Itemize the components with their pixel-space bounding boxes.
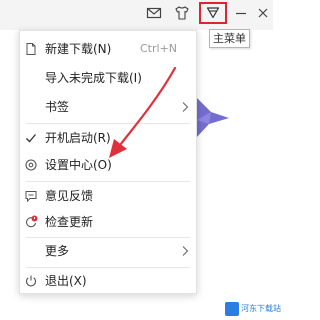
tshirt-icon[interactable]	[173, 4, 191, 22]
menu-item-import-unfinished[interactable]: 导入未完成下载(I)	[20, 66, 196, 90]
watermark-logo-icon	[225, 302, 239, 316]
menu-item-auto-start[interactable]: 开机启动(R)	[20, 126, 196, 150]
chevron-right-icon	[182, 246, 189, 256]
menu-item-shortcut: Ctrl+N	[140, 42, 178, 55]
menu-item-exit[interactable]: 退出(X)	[20, 269, 196, 293]
menu-item-label: 新建下载(N)	[45, 42, 112, 56]
menu-item-label: 开机启动(R)	[45, 131, 111, 145]
menu-item-more[interactable]: 更多	[20, 239, 196, 263]
menu-item-label: 导入未完成下载(I)	[45, 71, 142, 85]
menu-separator	[26, 123, 190, 124]
menu-item-label: 书签	[45, 100, 70, 114]
menu-item-bookmarks[interactable]: 书签	[20, 95, 196, 119]
chevron-right-icon	[182, 102, 189, 112]
menu-separator	[26, 267, 190, 268]
feedback-icon	[24, 189, 38, 203]
menu-item-label: 检查更新	[45, 215, 94, 229]
menu-button-highlight	[199, 2, 227, 24]
watermark: 河东下载站	[225, 301, 281, 317]
menu-item-label: 意见反馈	[45, 189, 94, 203]
menu-item-check-update[interactable]: 检查更新	[20, 210, 196, 234]
minimize-icon[interactable]	[232, 4, 250, 22]
menu-item-feedback[interactable]: 意见反馈	[20, 184, 196, 208]
close-icon[interactable]	[254, 4, 272, 22]
menu-item-settings-center[interactable]: 设置中心(O)	[20, 153, 196, 177]
menu-item-new-download[interactable]: 新建下载(N) Ctrl+N	[20, 37, 196, 61]
main-menu-dropdown: 新建下载(N) Ctrl+N 导入未完成下载(I) 书签 开机启动(R) 设置中…	[19, 30, 197, 294]
menu-item-label: 更多	[45, 244, 70, 258]
menu-item-label: 退出(X)	[45, 274, 87, 288]
title-bar	[0, 0, 273, 30]
update-icon	[24, 215, 38, 229]
power-icon	[24, 274, 38, 288]
settings-icon	[24, 158, 38, 172]
menu-item-label: 设置中心(O)	[45, 158, 112, 172]
check-icon	[24, 131, 38, 145]
main-menu-tooltip: 主菜单	[209, 29, 250, 48]
mail-icon[interactable]	[145, 4, 163, 22]
watermark-text: 河东下载站	[241, 304, 281, 313]
new-file-icon	[24, 42, 38, 56]
menu-separator	[26, 237, 190, 238]
menu-separator	[26, 181, 190, 182]
